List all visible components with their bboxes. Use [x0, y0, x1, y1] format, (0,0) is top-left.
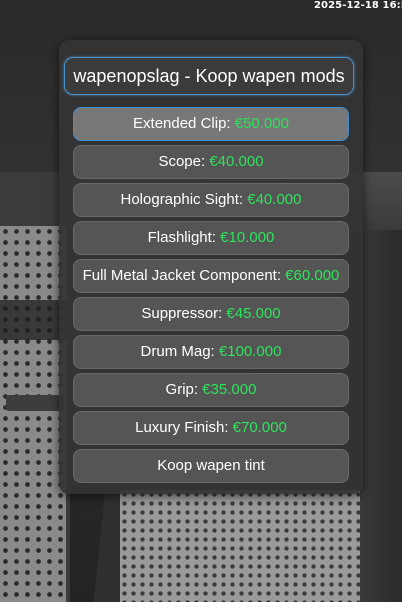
- menu-item-label: Suppressor:: [141, 305, 223, 322]
- menu-item-label: Koop wapen tint: [157, 457, 265, 474]
- timestamp: 2025-12-18 16:58: [314, 0, 402, 11]
- menu-item-label: Drum Mag:: [140, 343, 215, 360]
- menu-item-suppressor[interactable]: Suppressor: €45.000: [73, 297, 349, 331]
- menu-title: wapenopslag - Koop wapen mods: [64, 57, 354, 95]
- menu-item-price: €45.000: [226, 305, 281, 322]
- background-weapon: [6, 395, 64, 411]
- menu-item-label: Holographic Sight:: [120, 191, 244, 208]
- menu-item-price: €70.000: [232, 419, 287, 436]
- menu-item-buy-weapon-tint[interactable]: Koop wapen tint: [73, 449, 349, 483]
- menu-item-label: Extended Clip:: [133, 115, 231, 132]
- menu-item-label: Grip:: [165, 381, 199, 398]
- menu-item-label: Luxury Finish:: [135, 419, 229, 436]
- menu-item-holographic-sight[interactable]: Holographic Sight: €40.000: [73, 183, 349, 217]
- menu-items-list: Extended Clip: €50.000 Scope: €40.000 Ho…: [73, 107, 349, 487]
- menu-item-full-metal-jacket[interactable]: Full Metal Jacket Component: €60.000: [73, 259, 349, 293]
- menu-item-luxury-finish[interactable]: Luxury Finish: €70.000: [73, 411, 349, 445]
- menu-item-price: €35.000: [202, 381, 257, 398]
- menu-item-extended-clip[interactable]: Extended Clip: €50.000: [73, 107, 349, 141]
- menu-item-price: €40.000: [209, 153, 264, 170]
- background-frame-right: [360, 230, 402, 602]
- background-pegboard-shade: [0, 300, 66, 340]
- menu-item-label: Scope:: [158, 153, 206, 170]
- menu-item-grip[interactable]: Grip: €35.000: [73, 373, 349, 407]
- menu-item-price: €40.000: [247, 191, 302, 208]
- background-pegboard-left: [0, 226, 66, 602]
- menu-item-price: €60.000: [285, 267, 340, 284]
- menu-item-flashlight[interactable]: Flashlight: €10.000: [73, 221, 349, 255]
- menu-item-price: €10.000: [220, 229, 275, 246]
- menu-item-price: €100.000: [218, 343, 282, 360]
- weapon-mods-menu: wapenopslag - Koop wapen mods Extended C…: [59, 40, 363, 494]
- menu-item-drum-mag[interactable]: Drum Mag: €100.000: [73, 335, 349, 369]
- menu-item-scope[interactable]: Scope: €40.000: [73, 145, 349, 179]
- menu-item-label: Full Metal Jacket Component:: [82, 267, 281, 284]
- menu-item-price: €50.000: [234, 115, 289, 132]
- menu-item-label: Flashlight:: [147, 229, 216, 246]
